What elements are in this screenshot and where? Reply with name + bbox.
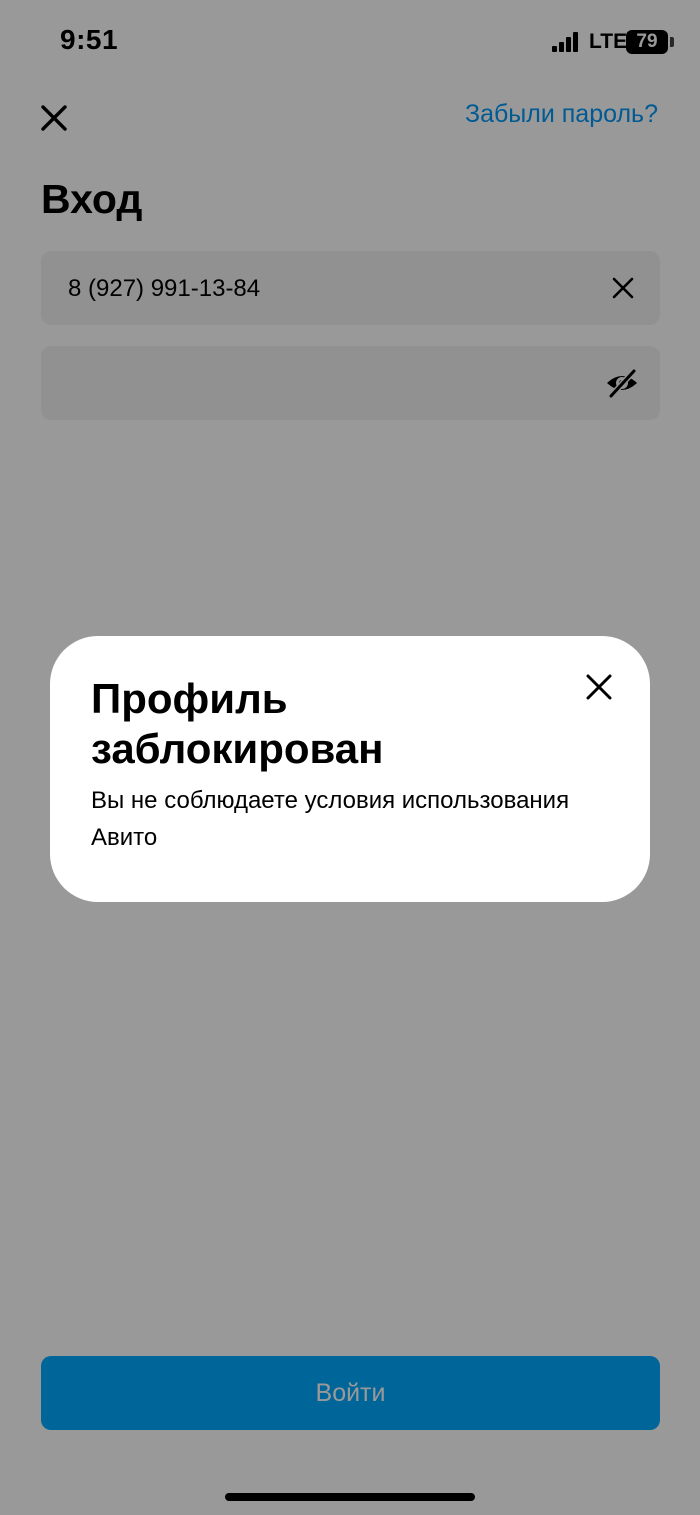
dialog-title: Профиль заблокирован xyxy=(91,675,384,772)
dialog-close-button[interactable] xyxy=(582,670,616,704)
dialog-message: Вы не соблюдаете условия использования А… xyxy=(91,787,570,851)
home-indicator xyxy=(225,1493,475,1501)
blocked-profile-dialog: Профиль заблокирован Вы не соблюдаете ус… xyxy=(50,636,650,902)
close-icon xyxy=(586,674,612,700)
